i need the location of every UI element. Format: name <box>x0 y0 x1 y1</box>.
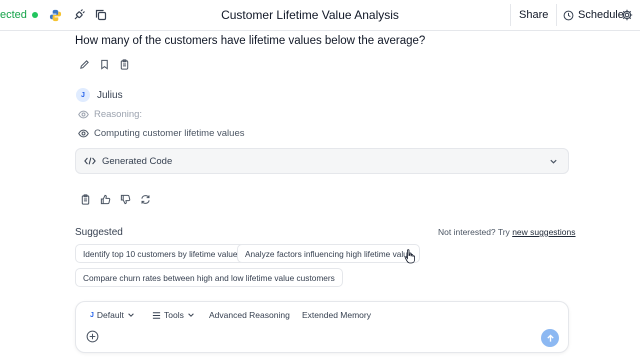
suggestion-chip[interactable]: Analyze factors influencing high lifetim… <box>237 244 421 263</box>
model-selector[interactable]: J Default <box>90 308 135 322</box>
generated-code-panel[interactable]: Generated Code <box>75 148 569 174</box>
computing-row[interactable]: Computing customer lifetime values <box>78 128 244 139</box>
message-composer[interactable]: J Default Tools Advanced Reasoning Exten… <box>75 301 569 353</box>
avatar: J <box>76 88 90 102</box>
suggestion-chip[interactable]: Identify top 10 customers by lifetime va… <box>75 244 246 263</box>
gear-icon[interactable] <box>621 8 633 26</box>
schedule-label: Schedule <box>578 9 624 21</box>
suggestion-chip[interactable]: Compare churn rates between high and low… <box>75 268 343 287</box>
clipboard-icon[interactable] <box>79 193 91 205</box>
user-question: How many of the customers have lifetime … <box>75 35 426 47</box>
list-icon <box>152 311 161 319</box>
new-suggestions-link[interactable]: new suggestions <box>512 227 575 237</box>
top-bar: ected Customer Lifetime Value Analysis S… <box>0 0 640 31</box>
computing-label: Computing customer lifetime values <box>94 128 245 139</box>
reasoning-label: Reasoning: <box>94 109 143 120</box>
suggested-heading: Suggested <box>75 227 123 238</box>
model-initial: J <box>90 311 94 319</box>
clipboard-icon[interactable] <box>118 58 130 70</box>
chevron-down-icon[interactable] <box>549 157 558 166</box>
bookmark-icon[interactable] <box>98 58 110 70</box>
tools-selector[interactable]: Tools <box>152 308 195 322</box>
refresh-icon[interactable] <box>139 193 151 205</box>
chevron-down-icon <box>188 313 194 317</box>
not-interested-label: Not interested? Try <box>438 227 510 237</box>
edit-icon[interactable] <box>78 58 90 70</box>
not-interested-text: Not interested? Try new suggestions <box>438 227 576 237</box>
send-button[interactable] <box>541 329 559 347</box>
eye-icon <box>78 110 89 119</box>
code-icon <box>84 157 96 165</box>
advanced-reasoning-toggle[interactable]: Advanced Reasoning <box>209 308 290 322</box>
model-label: Default <box>96 310 124 320</box>
assistant-header: J Julius <box>76 88 123 102</box>
add-attachment-icon[interactable] <box>86 330 99 348</box>
thumbs-up-icon[interactable] <box>99 193 111 205</box>
tools-label: Tools <box>164 310 184 320</box>
share-button[interactable]: Share <box>510 4 557 26</box>
thumbs-down-icon[interactable] <box>119 193 131 205</box>
generated-code-label: Generated Code <box>102 155 173 167</box>
assistant-name: Julius <box>97 89 123 101</box>
eye-icon <box>78 129 89 138</box>
response-actions <box>79 193 151 205</box>
hand-cursor-icon <box>404 249 415 264</box>
clock-icon <box>563 10 574 20</box>
message-actions <box>78 58 130 70</box>
arrow-up-icon <box>546 333 554 342</box>
extended-memory-toggle[interactable]: Extended Memory <box>302 308 371 322</box>
schedule-button[interactable]: Schedule <box>556 4 630 26</box>
chevron-down-icon <box>128 313 134 317</box>
reasoning-row[interactable]: Reasoning: <box>78 109 142 120</box>
